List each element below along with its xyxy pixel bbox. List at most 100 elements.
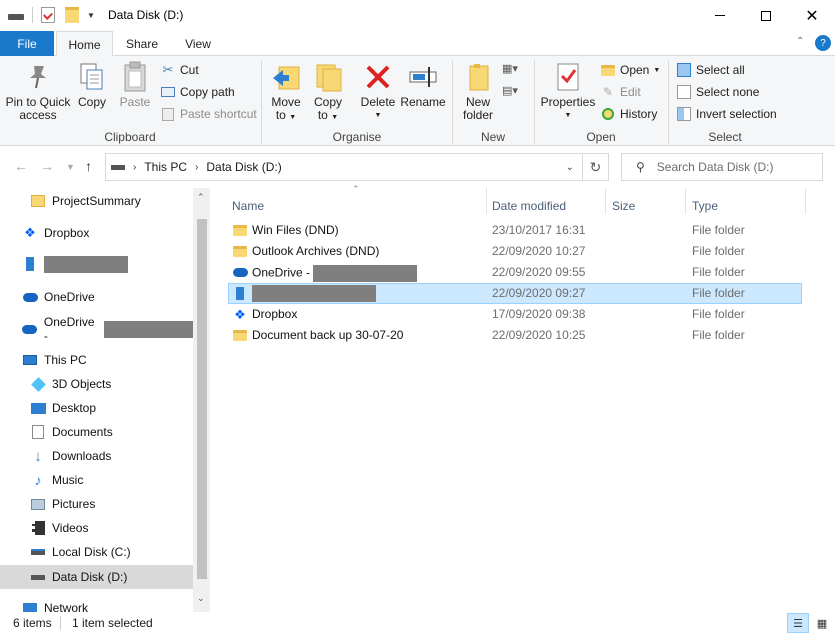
column-header-date[interactable]: Date modified [492,196,566,216]
tab-view[interactable]: View [172,31,224,56]
file-row[interactable]: Document back up 30-07-20 22/09/2020 10:… [228,325,802,346]
nav-item-label: Videos [52,521,89,535]
nav-item-network[interactable]: Network [0,596,193,612]
new-folder-icon[interactable] [65,7,79,23]
copy-path-icon [160,84,176,100]
refresh-button[interactable]: ↻ [583,153,609,181]
pin-icon [22,60,54,94]
nav-item-onedrive-business[interactable]: OneDrive - [0,315,193,343]
open-group-label: Open [586,130,616,144]
scroll-down-icon[interactable]: ⌄ [197,593,205,604]
new-item-icon[interactable]: ▦▾ [502,62,518,75]
nav-item-downloads[interactable]: ↓ Downloads [0,444,193,468]
tab-share[interactable]: Share [116,31,168,56]
column-separator[interactable] [486,188,487,214]
copy-to-button[interactable]: Copy to ▼ [310,60,346,124]
pin-quick-access-button[interactable]: Pin to Quick access [4,60,72,122]
nav-item-3d-objects[interactable]: 3D Objects [0,372,193,396]
move-to-button[interactable]: Move to ▼ [268,60,304,124]
open-dropdown-icon: ▼ [653,66,661,74]
nav-item-onedrive[interactable]: OneDrive [0,285,193,309]
file-name: Outlook Archives (DND) [252,244,380,258]
recent-locations-chevron-icon[interactable]: ▼ [66,162,75,172]
nav-item-data-disk[interactable]: Data Disk (D:) [0,565,193,589]
file-row[interactable]: OneDrive - 22/09/2020 09:55 File folder [228,262,802,283]
column-header-name[interactable]: Name [232,196,264,216]
delete-button[interactable]: Delete ▼ [358,60,398,122]
collapse-ribbon-icon[interactable]: ⌃ [796,36,804,47]
history-button[interactable]: History [600,105,657,123]
file-row[interactable]: Win Files (DND) 23/10/2017 16:31 File fo… [228,220,802,241]
column-separator[interactable] [685,188,686,214]
properties-dropdown-icon: ▼ [564,112,572,119]
nav-item-organization[interactable] [0,252,193,276]
select-all-label: Select all [696,63,745,77]
nav-item-local-disk[interactable]: Local Disk (C:) [0,540,193,564]
close-button[interactable]: ✕ [789,0,835,31]
file-row[interactable]: ❖ Dropbox 17/09/2020 09:38 File folder [228,304,802,325]
tab-home[interactable]: Home [56,31,113,57]
cut-label: Cut [180,63,199,77]
forward-arrow-icon[interactable]: → [40,158,54,174]
search-icon: ⚲ [636,160,645,174]
address-bar[interactable]: › This PC › Data Disk (D:) ⌄ [105,153,583,181]
refresh-icon: ↻ [589,158,602,175]
select-none-button[interactable]: Select none [676,83,759,101]
new-folder-button[interactable]: New folder [458,60,498,122]
paste-shortcut-label: Paste shortcut [180,107,257,121]
nav-item-label: Documents [52,425,113,439]
copy-path-button[interactable]: Copy path [160,83,235,101]
pictures-icon [30,496,46,512]
copy-button[interactable]: Copy [74,60,110,109]
nav-item-label: This PC [44,353,87,367]
edit-icon: ✎ [602,85,614,99]
clipboard-group-label: Clipboard [104,130,156,144]
file-type: File folder [692,286,745,300]
easy-access-icon[interactable]: ▤▾ [502,84,518,97]
column-separator[interactable] [805,188,806,214]
help-icon[interactable]: ? [815,35,831,51]
paste-button[interactable]: Paste [116,60,154,109]
invert-selection-button[interactable]: Invert selection [676,105,777,123]
column-header-type[interactable]: Type [692,196,718,216]
breadcrumb-data-disk[interactable]: Data Disk (D:) [206,160,281,174]
select-all-button[interactable]: Select all [676,61,745,79]
nav-item-dropbox[interactable]: ❖ Dropbox [0,221,193,245]
maximize-button[interactable] [743,0,789,31]
nav-item-desktop[interactable]: Desktop [0,396,193,420]
details-view-icon[interactable]: ☰ [787,613,809,633]
title-bar: ▼ Data Disk (D:) ✕ [0,0,835,31]
paste-shortcut-button[interactable]: Paste shortcut [160,105,257,123]
3d-objects-icon [30,376,46,392]
file-tab[interactable]: File [0,31,54,56]
up-arrow-icon[interactable]: ↑ [85,158,92,174]
nav-scrollbar-thumb[interactable] [197,219,207,579]
cut-button[interactable]: ✂ Cut [160,61,199,79]
search-box[interactable]: ⚲ Search Data Disk (D:) [621,153,823,181]
rename-button[interactable]: Rename [400,60,446,109]
nav-item-documents[interactable]: Documents [0,420,193,444]
customize-qa-chevron-icon[interactable]: ▼ [87,11,95,20]
nav-item-pictures[interactable]: Pictures [0,492,193,516]
item-count: 6 items [13,616,52,630]
column-header-size[interactable]: Size [612,196,635,216]
address-dropdown-icon[interactable]: ⌄ [566,162,574,173]
rename-icon [407,60,439,94]
file-row[interactable]: Outlook Archives (DND) 22/09/2020 10:27 … [228,241,802,262]
properties-icon[interactable] [41,7,55,23]
redacted-label [252,285,376,302]
nav-item-videos[interactable]: Videos [0,516,193,540]
file-row-selected[interactable]: 22/09/2020 09:27 File folder [228,283,802,304]
minimize-button[interactable] [697,0,743,31]
scroll-up-icon[interactable]: ⌃ [197,192,205,203]
back-arrow-icon[interactable]: ← [14,158,28,174]
column-separator[interactable] [605,188,606,214]
edit-button[interactable]: ✎ Edit [600,83,641,101]
breadcrumb-this-pc[interactable]: This PC [144,160,187,174]
nav-item-music[interactable]: ♪ Music [0,468,193,492]
properties-button[interactable]: Properties ▼ [540,60,596,122]
nav-item-projectsummary[interactable]: ProjectSummary [0,189,193,213]
large-icons-view-icon[interactable]: ▦ [812,613,832,633]
open-button[interactable]: Open ▼ [600,61,660,79]
nav-item-this-pc[interactable]: This PC [0,348,193,372]
